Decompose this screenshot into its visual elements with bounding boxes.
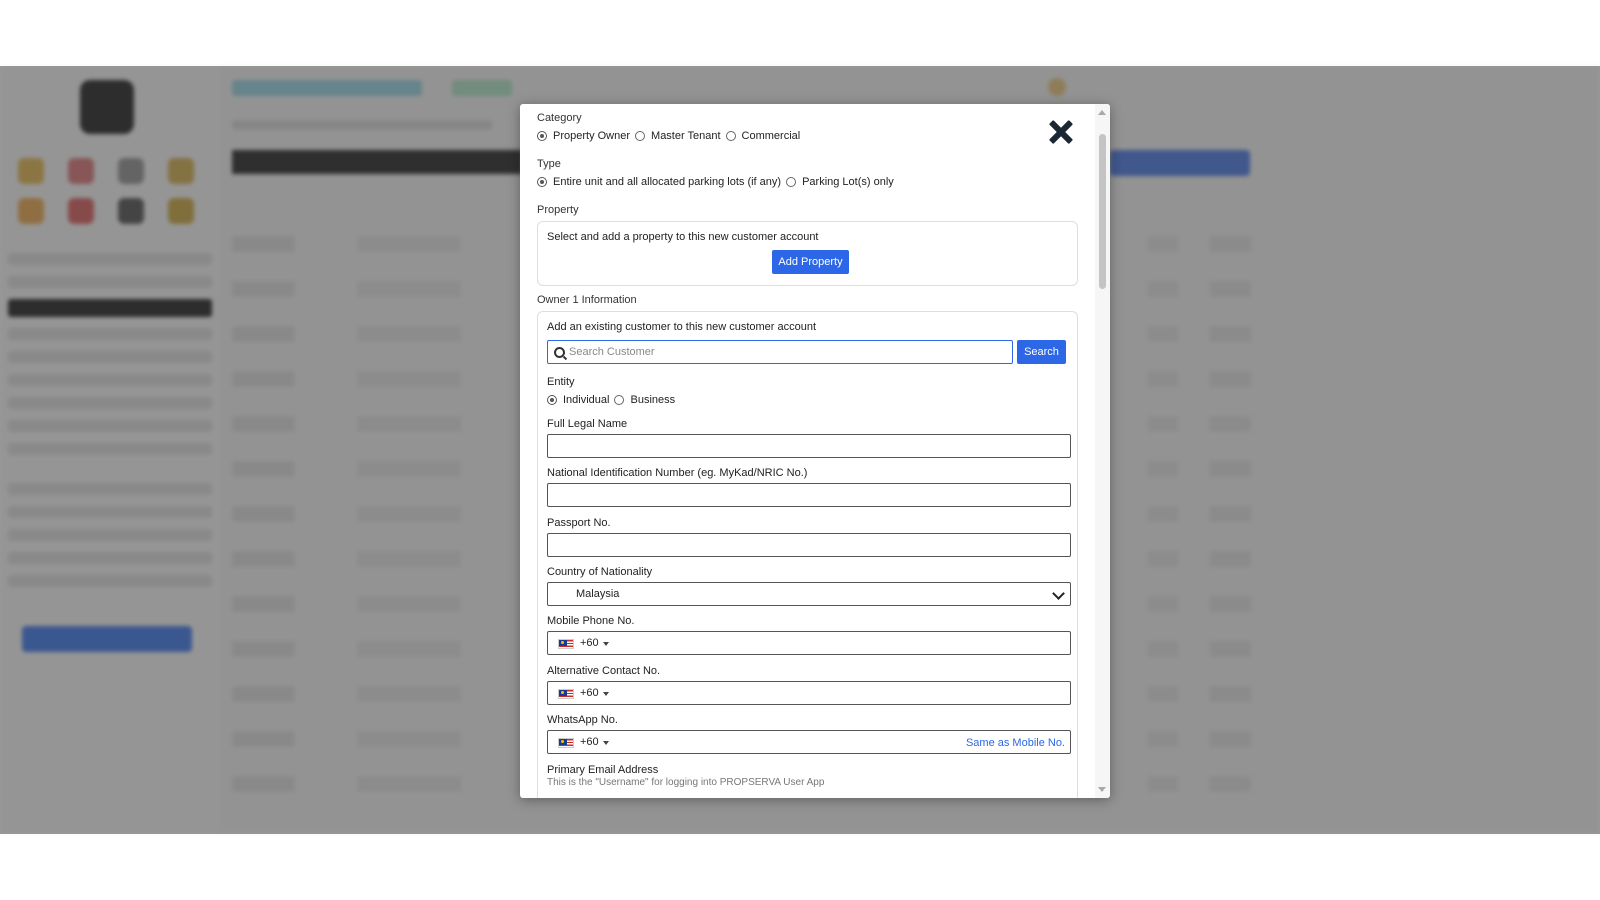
radio-entire-unit[interactable] — [537, 177, 547, 187]
radio-property-owner[interactable] — [537, 131, 547, 141]
search-button[interactable]: Search — [1017, 340, 1066, 364]
national-id-input[interactable] — [547, 483, 1071, 507]
dial-code[interactable]: +60 — [580, 637, 599, 649]
caret-down-icon[interactable] — [603, 692, 609, 696]
close-icon[interactable] — [1047, 118, 1075, 146]
alt-contact-field: +60 — [547, 681, 1071, 705]
radio-master-tenant[interactable] — [635, 131, 646, 141]
property-instruction: Select and add a property to this new cu… — [547, 231, 819, 243]
radio-label: Individual — [563, 394, 610, 406]
customer-search-box — [547, 340, 1013, 364]
search-customer-input[interactable] — [569, 341, 999, 363]
modal-scrollbar[interactable] — [1095, 104, 1110, 798]
chevron-down-icon — [1052, 587, 1065, 600]
same-as-mobile-link[interactable]: Same as Mobile No. — [966, 737, 1065, 749]
owner-panel: Add an existing customer to this new cus… — [537, 311, 1078, 798]
passport-input[interactable] — [547, 533, 1071, 557]
category-label: Category — [537, 112, 582, 124]
whatsapp-field: +60 Same as Mobile No. — [547, 730, 1071, 754]
scroll-down-arrow-icon[interactable] — [1098, 787, 1106, 792]
country-select[interactable]: Malaysia — [547, 582, 1071, 606]
dial-code[interactable]: +60 — [580, 736, 599, 748]
add-property-button[interactable]: Add Property — [772, 250, 849, 274]
caret-down-icon[interactable] — [603, 741, 609, 745]
mobile-label: Mobile Phone No. — [547, 615, 635, 627]
passport-label: Passport No. — [547, 517, 611, 529]
radio-parking-only[interactable] — [786, 177, 797, 187]
property-panel: Select and add a property to this new cu… — [537, 221, 1078, 286]
radio-commercial[interactable] — [725, 131, 736, 141]
email-label: Primary Email Address — [547, 764, 659, 776]
radio-business[interactable] — [614, 395, 625, 405]
mobile-phone-field: +60 — [547, 631, 1071, 655]
scroll-thumb[interactable] — [1099, 134, 1106, 289]
modal-body: Category Property Owner Master Tenant Co… — [520, 104, 1095, 798]
owner-section-label: Owner 1 Information — [537, 294, 637, 306]
malaysia-flag-icon[interactable] — [558, 639, 574, 649]
alt-contact-input[interactable] — [614, 682, 954, 704]
type-radio-group: Entire unit and all allocated parking lo… — [537, 176, 899, 188]
country-value: Malaysia — [576, 588, 620, 600]
dial-code[interactable]: +60 — [580, 687, 599, 699]
existing-customer-prompt: Add an existing customer to this new cus… — [547, 321, 817, 333]
entity-label: Entity — [547, 376, 575, 388]
whatsapp-label: WhatsApp No. — [547, 714, 618, 726]
property-label: Property — [537, 204, 579, 216]
whatsapp-input[interactable] — [614, 731, 954, 753]
full-name-label: Full Legal Name — [547, 418, 628, 430]
alt-contact-label: Alternative Contact No. — [547, 665, 661, 677]
category-radio-group: Property Owner Master Tenant Commercial — [537, 130, 805, 142]
radio-label: Parking Lot(s) only — [802, 176, 894, 188]
country-label: Country of Nationality — [547, 566, 653, 578]
new-customer-modal: Category Property Owner Master Tenant Co… — [520, 104, 1110, 798]
radio-label: Commercial — [741, 130, 801, 142]
entity-radio-group: Individual Business — [547, 394, 680, 406]
radio-label: Business — [630, 394, 676, 406]
caret-down-icon[interactable] — [603, 642, 609, 646]
mobile-phone-input[interactable] — [614, 632, 954, 654]
radio-individual[interactable] — [547, 395, 557, 405]
malaysia-flag-icon[interactable] — [558, 738, 574, 748]
email-hint: This is the "Username" for logging into … — [547, 777, 825, 788]
type-label: Type — [537, 158, 561, 170]
full-name-input[interactable] — [547, 434, 1071, 458]
radio-label: Property Owner — [553, 130, 631, 142]
radio-label: Master Tenant — [651, 130, 721, 142]
scroll-up-arrow-icon[interactable] — [1098, 110, 1106, 115]
radio-label: Entire unit and all allocated parking lo… — [553, 176, 782, 188]
search-icon — [554, 347, 565, 358]
malaysia-flag-icon[interactable] — [558, 689, 574, 699]
national-id-label: National Identification Number (eg. MyKa… — [547, 467, 808, 479]
